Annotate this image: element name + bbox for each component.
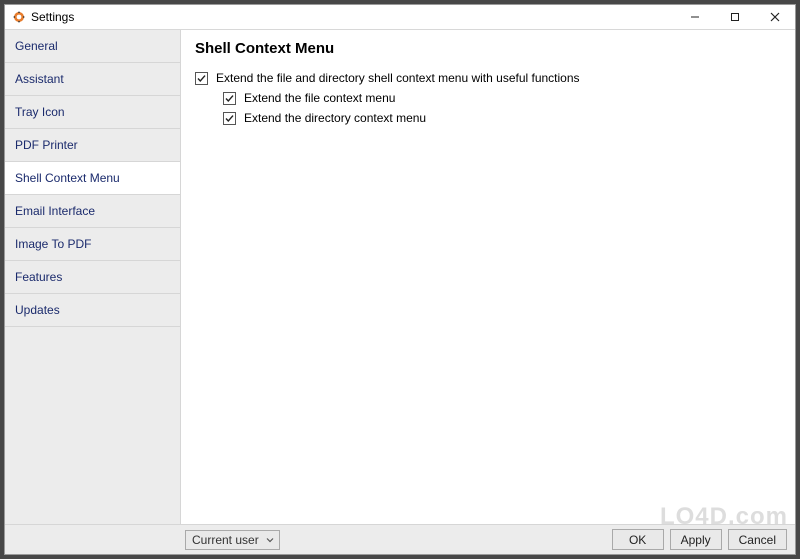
sidebar-item-label: Assistant [15, 72, 64, 86]
sidebar-item-tray-icon[interactable]: Tray Icon [5, 96, 180, 129]
minimize-button[interactable] [675, 5, 715, 29]
app-icon [11, 9, 27, 25]
option-file-menu: Extend the file context menu [223, 91, 781, 105]
sidebar-item-pdf-printer[interactable]: PDF Printer [5, 129, 180, 162]
option-master-label: Extend the file and directory shell cont… [216, 71, 580, 85]
sidebar: General Assistant Tray Icon PDF Printer … [5, 30, 181, 524]
window-controls [675, 5, 795, 29]
scope-select-value: Current user [192, 533, 259, 547]
chevron-down-icon [265, 536, 275, 544]
client-area: General Assistant Tray Icon PDF Printer … [5, 30, 795, 554]
cancel-button[interactable]: Cancel [728, 529, 787, 550]
sidebar-item-features[interactable]: Features [5, 261, 180, 294]
sidebar-item-assistant[interactable]: Assistant [5, 63, 180, 96]
option-file-menu-label: Extend the file context menu [244, 91, 395, 105]
ok-button[interactable]: OK [612, 529, 664, 550]
sidebar-fill [5, 327, 180, 524]
sidebar-item-general[interactable]: General [5, 30, 180, 63]
sidebar-item-label: Updates [15, 303, 60, 317]
sidebar-item-shell-context-menu[interactable]: Shell Context Menu [5, 162, 180, 195]
ok-button-label: OK [629, 533, 646, 547]
maximize-button[interactable] [715, 5, 755, 29]
option-directory-menu: Extend the directory context menu [223, 111, 781, 125]
sidebar-item-label: Shell Context Menu [15, 171, 120, 185]
titlebar: Settings [5, 5, 795, 30]
checkbox-directory-menu[interactable] [223, 112, 236, 125]
sidebar-item-label: Email Interface [15, 204, 95, 218]
option-master: Extend the file and directory shell cont… [195, 71, 781, 85]
sidebar-item-label: General [15, 39, 58, 53]
content-panel: Shell Context Menu Extend the file and d… [181, 30, 795, 524]
sidebar-item-label: Features [15, 270, 62, 284]
sidebar-item-email-interface[interactable]: Email Interface [5, 195, 180, 228]
footer: Current user OK Apply Cancel [5, 524, 795, 554]
checkbox-master[interactable] [195, 72, 208, 85]
window-chrome: Settings General Assistant [4, 4, 796, 555]
sidebar-item-label: PDF Printer [15, 138, 78, 152]
window-title: Settings [31, 10, 74, 24]
sidebar-item-label: Image To PDF [15, 237, 91, 251]
checkbox-file-menu[interactable] [223, 92, 236, 105]
upper-area: General Assistant Tray Icon PDF Printer … [5, 30, 795, 524]
apply-button[interactable]: Apply [670, 529, 722, 550]
close-button[interactable] [755, 5, 795, 29]
cancel-button-label: Cancel [739, 533, 776, 547]
page-title: Shell Context Menu [195, 40, 781, 57]
scope-select[interactable]: Current user [185, 530, 280, 550]
sidebar-item-label: Tray Icon [15, 105, 65, 119]
sidebar-item-image-to-pdf[interactable]: Image To PDF [5, 228, 180, 261]
option-directory-menu-label: Extend the directory context menu [244, 111, 426, 125]
sidebar-item-updates[interactable]: Updates [5, 294, 180, 327]
apply-button-label: Apply [681, 533, 711, 547]
